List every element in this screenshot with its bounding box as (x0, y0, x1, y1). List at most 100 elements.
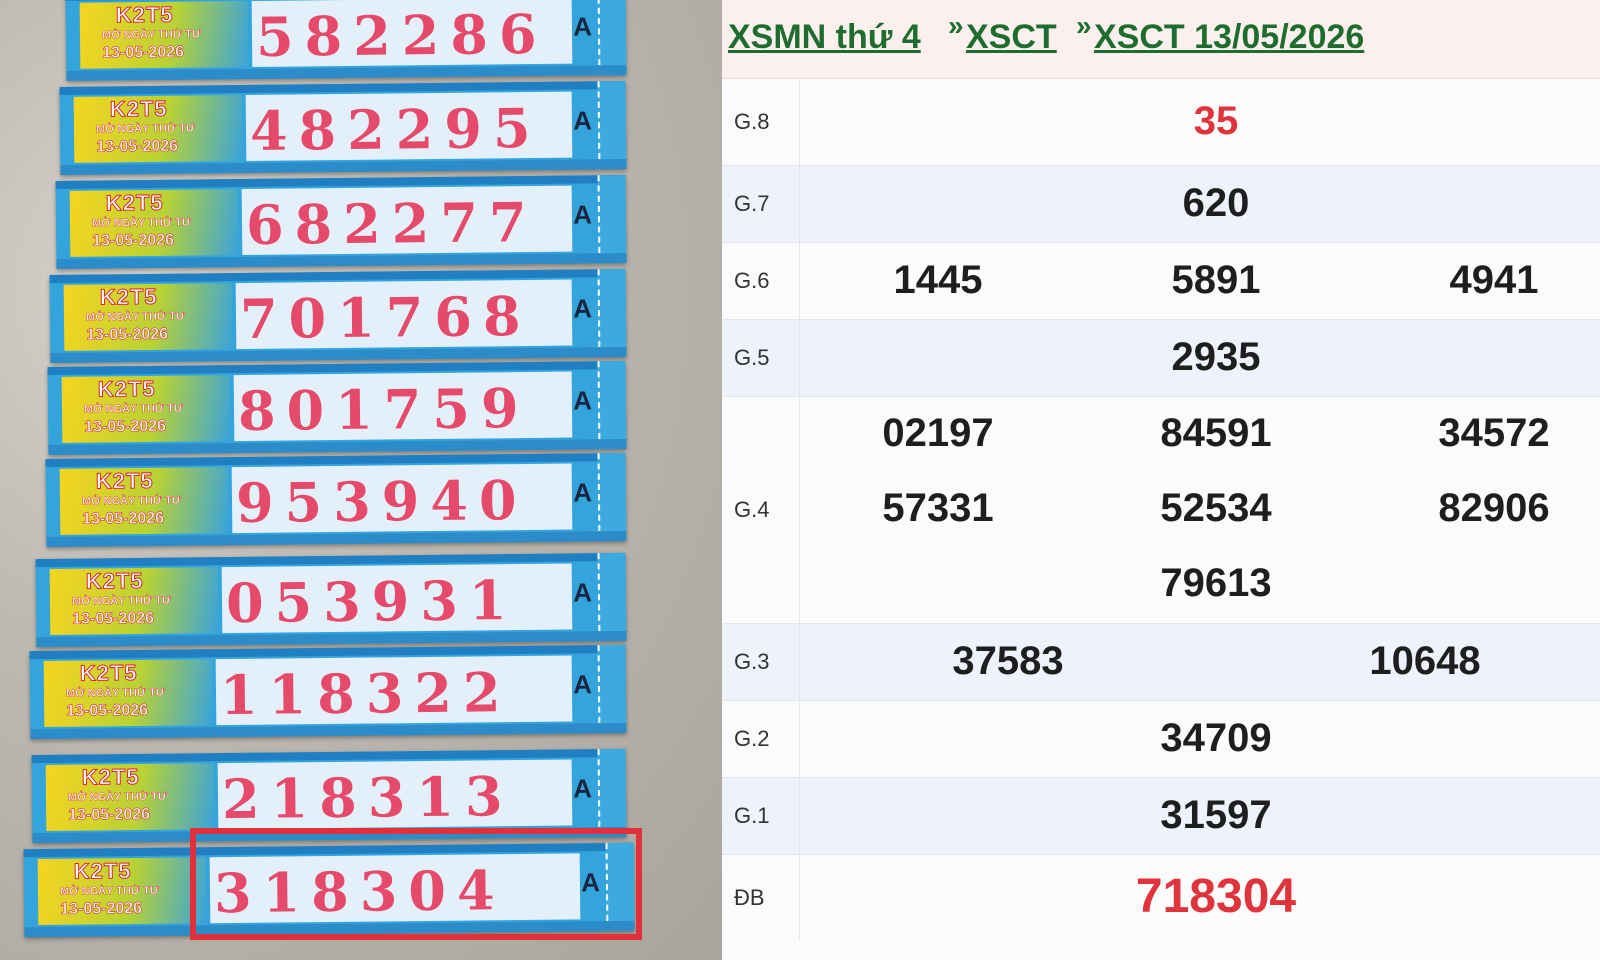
special-prize-value: 718304 (1135, 870, 1297, 923)
prize-row-g4: G.4 02197 84591 34572 57331 52534 82906 … (722, 397, 1600, 624)
ticket-code: K2T5 (79, 659, 138, 686)
ticket: K2T5 MỞ NGÀY THỨ TƯ 13-05-2026 801759 A (47, 360, 627, 456)
ticket-date: 13-05-2026 (60, 899, 143, 918)
prize-row-g1: G.1 31597 (722, 778, 1600, 855)
ticket-series: A (572, 577, 593, 608)
ticket-draw-day: MỞ NGÀY THỨ TƯ (81, 494, 181, 508)
ticket-date: 13-05-2026 (66, 701, 149, 720)
prize-label: G.7 (722, 166, 800, 242)
ticket-brand-panel: K2T5 MỞ NGÀY THỨ TƯ 13-05-2026 (45, 763, 215, 831)
ticket-number: 953940 (235, 467, 528, 536)
ticket-code: K2T5 (109, 95, 168, 122)
prize-value: 35 (1193, 99, 1239, 143)
ticket-brand-panel: K2T5 MỞ NGÀY THỨ TƯ 13-05-2026 (63, 283, 233, 351)
ticket-code: K2T5 (81, 763, 140, 790)
ticket-code: K2T5 (99, 283, 158, 310)
prize-row-g7: G.7 620 (722, 166, 1600, 243)
ticket-series: A (572, 11, 593, 42)
ticket: K2T5 MỞ NGÀY THỨ TƯ 13-05-2026 701768 A (49, 268, 627, 364)
ticket-draw-day: MỞ NGÀY THỨ TƯ (91, 216, 191, 230)
ticket-brand-panel: K2T5 MỞ NGÀY THỨ TƯ 13-05-2026 (61, 375, 231, 443)
ticket-code: K2T5 (73, 858, 132, 885)
prize-label: G.6 (722, 243, 800, 319)
prize-value: 34709 (1160, 716, 1272, 760)
prize-value: 2935 (1171, 335, 1261, 379)
prize-row-g8: G.8 35 (722, 79, 1600, 166)
prize-label: G.2 (722, 701, 800, 777)
ticket-number: 682277 (245, 189, 538, 257)
ticket-number: 218313 (221, 764, 514, 832)
ticket-brand-panel: K2T5 MỞ NGÀY THỨ TƯ 13-05-2026 (59, 467, 229, 535)
results-panel: XSMN thứ 4 » XSCT » XSCT 13/05/2026 G.8 … (722, 0, 1600, 960)
ticket-date: 13-05-2026 (102, 43, 185, 62)
prize-value: 4941 (1449, 258, 1539, 302)
ticket-brand-panel: K2T5 MỞ NGÀY THỨ TƯ 13-05-2026 (73, 95, 243, 163)
prize-label: ĐB (722, 855, 800, 941)
ticket-draw-day: MỞ NGÀY THỨ TƯ (59, 884, 159, 898)
prize-value: 84591 (1160, 411, 1272, 455)
ticket-number: 801759 (237, 375, 530, 444)
prize-value: 31597 (1160, 793, 1272, 837)
prize-value: 37583 (952, 639, 1064, 683)
ticket-date: 13-05-2026 (82, 509, 165, 528)
prize-label: G.4 (722, 397, 800, 623)
ticket-draw-day: MỞ NGÀY THỨ TƯ (101, 28, 201, 42)
prize-value: 1445 (893, 258, 983, 302)
ticket-code: K2T5 (105, 189, 164, 216)
ticket-code: K2T5 (97, 375, 156, 402)
breadcrumb: XSMN thứ 4 » XSCT » XSCT 13/05/2026 (722, 0, 1600, 79)
winning-ticket-highlight (190, 828, 642, 940)
prize-value: 82906 (1438, 486, 1550, 530)
prize-row-g6: G.6 1445 5891 4941 (722, 243, 1600, 320)
ticket-brand-panel: K2T5 MỞ NGÀY THỨ TƯ 13-05-2026 (79, 1, 249, 69)
ticket-date: 13-05-2026 (96, 137, 179, 156)
ticket-number: 482295 (249, 95, 542, 163)
ticket-series: A (572, 669, 593, 700)
prize-label: G.1 (722, 778, 800, 854)
ticket-series: A (572, 199, 593, 230)
prize-value: 52534 (1160, 486, 1272, 530)
breadcrumb-xsct-link[interactable]: XSCT (966, 18, 1057, 57)
ticket-date: 13-05-2026 (72, 609, 155, 628)
ticket: K2T5 MỞ NGÀY THỨ TƯ 13-05-2026 482295 A (59, 81, 627, 175)
breadcrumb-separator: » (1076, 10, 1092, 41)
ticket: K2T5 MỞ NGÀY THỨ TƯ 13-05-2026 118322 A (29, 644, 627, 740)
ticket-brand-panel: K2T5 MỞ NGÀY THỨ TƯ 13-05-2026 (49, 567, 219, 635)
prize-value: 620 (1182, 181, 1250, 225)
ticket: K2T5 MỞ NGÀY THỨ TƯ 13-05-2026 953940 A (45, 452, 627, 548)
prize-row-special: ĐB 718304 (722, 855, 1600, 941)
ticket-number: 582286 (255, 1, 548, 69)
ticket-draw-day: MỞ NGÀY THỨ TƯ (71, 594, 171, 608)
breadcrumb-xsmn-link[interactable]: XSMN thứ 4 (728, 18, 921, 57)
ticket-number: 701768 (239, 283, 532, 352)
lottery-tickets-photo: K2T5 MỞ NGÀY THỨ TƯ 13-05-2026 582286 A … (0, 0, 736, 960)
ticket-series: A (572, 477, 593, 508)
ticket-number: 118322 (219, 660, 512, 728)
ticket-date: 13-05-2026 (68, 805, 151, 824)
ticket-brand-panel: K2T5 MỞ NGÀY THỨ TƯ 13-05-2026 (37, 857, 207, 926)
ticket-draw-day: MỞ NGÀY THỨ TƯ (67, 790, 167, 804)
ticket-date: 13-05-2026 (84, 417, 167, 436)
ticket: K2T5 MỞ NGÀY THỨ TƯ 13-05-2026 582286 A (65, 0, 627, 81)
prize-label: G.3 (722, 624, 800, 700)
prize-row-g3: G.3 37583 10648 (722, 624, 1600, 701)
prize-value: 10648 (1369, 639, 1481, 683)
ticket-date: 13-05-2026 (86, 325, 169, 344)
ticket-brand-panel: K2T5 MỞ NGÀY THỨ TƯ 13-05-2026 (69, 189, 239, 257)
ticket: K2T5 MỞ NGÀY THỨ TƯ 13-05-2026 682277 A (55, 175, 627, 269)
ticket-date: 13-05-2026 (92, 231, 175, 250)
ticket: K2T5 MỞ NGÀY THỨ TƯ 13-05-2026 053931 A (35, 552, 627, 648)
breadcrumb-separator: » (948, 10, 964, 41)
prize-value: 57331 (882, 486, 994, 530)
prize-row-g5: G.5 2935 (722, 320, 1600, 397)
ticket-code: K2T5 (85, 567, 144, 594)
ticket-brand-panel: K2T5 MỞ NGÀY THỨ TƯ 13-05-2026 (43, 659, 213, 727)
ticket-draw-day: MỞ NGÀY THỨ TƯ (65, 686, 165, 700)
prize-label: G.8 (722, 79, 800, 165)
ticket-number: 053931 (225, 568, 518, 636)
prize-value: 79613 (1160, 561, 1272, 605)
breadcrumb-date-link[interactable]: XSCT 13/05/2026 (1094, 18, 1364, 57)
ticket-series: A (572, 385, 593, 416)
ticket-draw-day: MỞ NGÀY THỨ TƯ (85, 310, 185, 324)
ticket-series: A (572, 293, 593, 324)
